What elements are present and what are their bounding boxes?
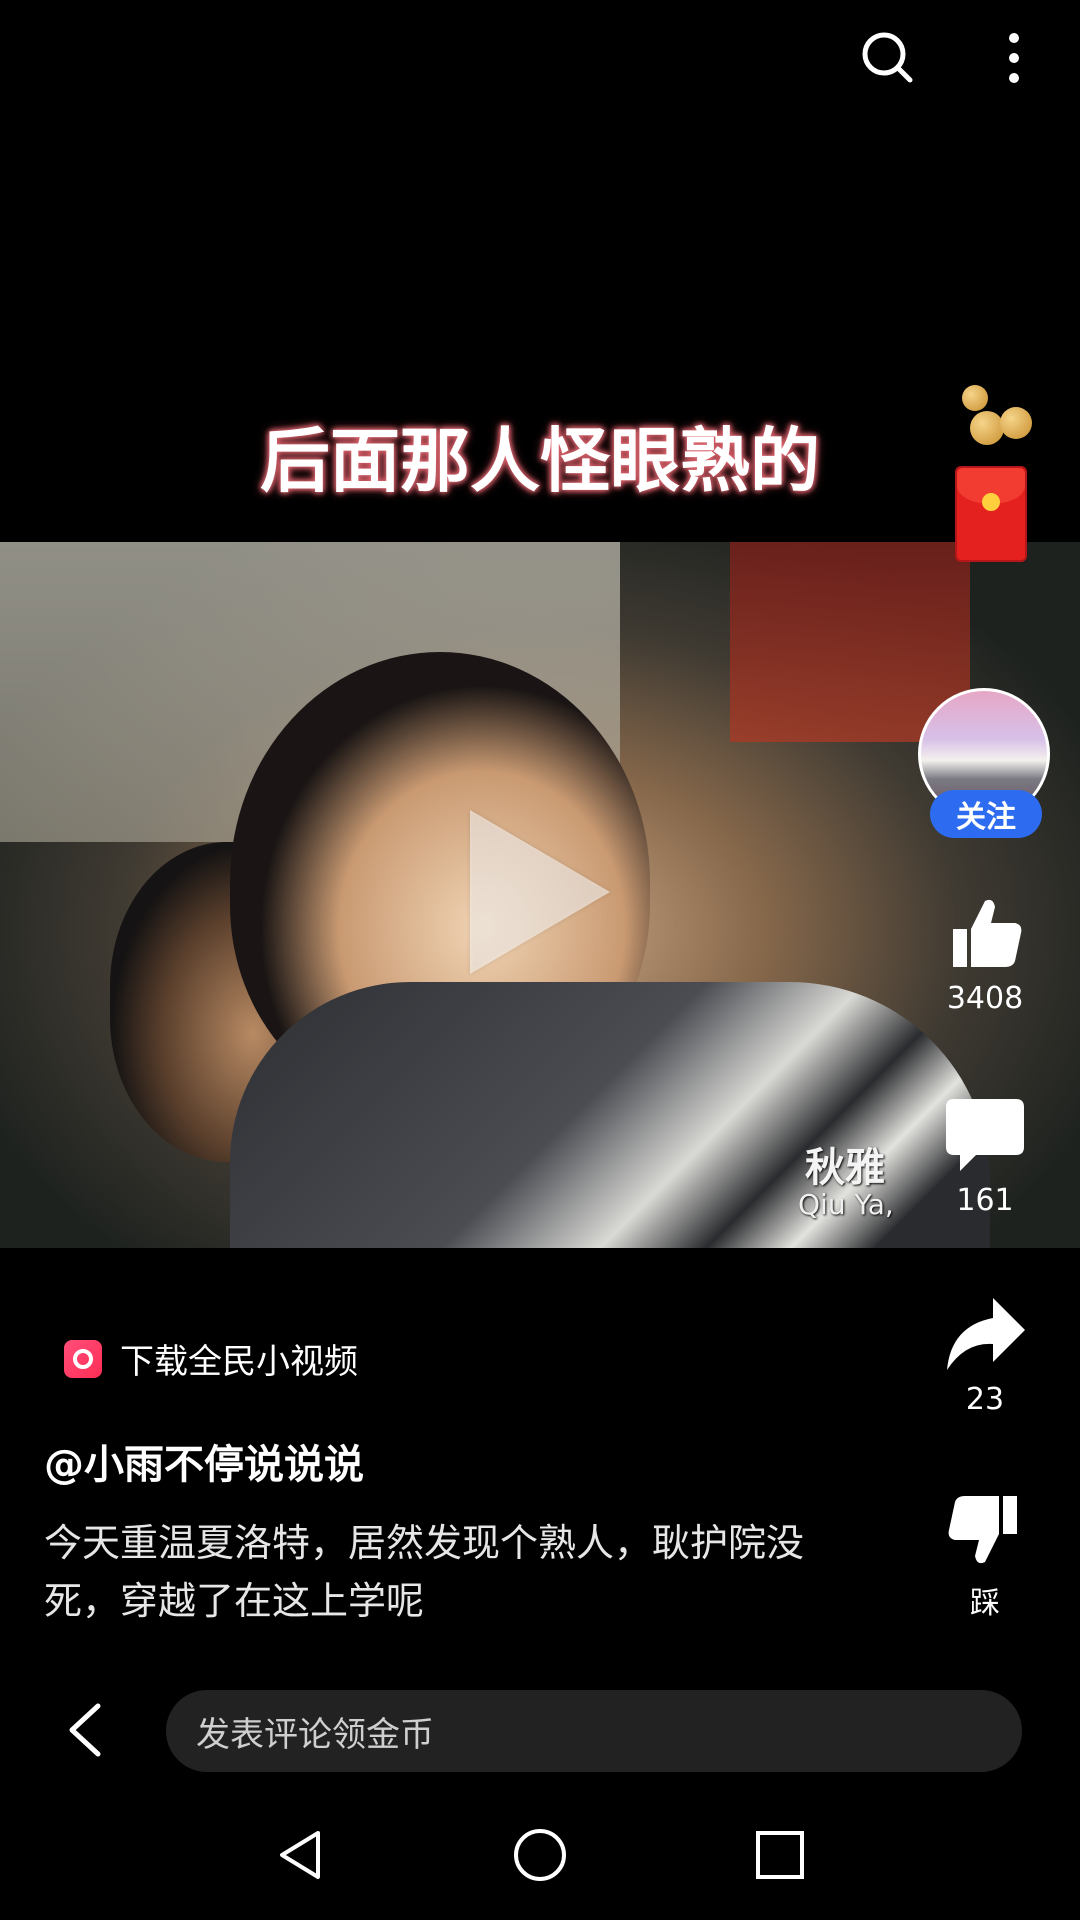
- like-button[interactable]: 3408: [930, 893, 1040, 1016]
- play-icon[interactable]: [470, 810, 610, 974]
- share-count: 23: [965, 1382, 1005, 1417]
- comment-input[interactable]: 发表评论领金币: [166, 1690, 1022, 1772]
- more-vertical-icon[interactable]: [982, 26, 1046, 90]
- search-icon[interactable]: [856, 26, 920, 90]
- system-home-icon[interactable]: [510, 1825, 570, 1885]
- post-description: 今天重温夏洛特，居然发现个熟人，耿护院没死，穿越了在这上学呢: [44, 1521, 805, 1623]
- thumbs-down-icon: [948, 1496, 1017, 1564]
- back-arrow-icon[interactable]: [62, 1700, 110, 1760]
- gold-coins-icon[interactable]: [962, 385, 1032, 455]
- download-app-link[interactable]: 下载全民小视频: [64, 1334, 358, 1383]
- thumbs-up-icon: [953, 899, 1022, 967]
- video-subtitle-chinese: 秋雅: [805, 1145, 885, 1191]
- dislike-label: 踩: [970, 1586, 1000, 1621]
- comment-button[interactable]: 161: [930, 1095, 1040, 1218]
- red-packet-icon[interactable]: [955, 466, 1027, 562]
- system-recents-icon[interactable]: [750, 1825, 810, 1885]
- system-back-icon[interactable]: [270, 1825, 330, 1885]
- video-subtitle-english: Qiu Ya,: [798, 1188, 894, 1221]
- share-button[interactable]: 23: [930, 1296, 1040, 1417]
- comment-input-placeholder: 发表评论领金币: [196, 1714, 434, 1755]
- comment-bubble-icon: [946, 1099, 1024, 1171]
- share-arrow-icon: [947, 1298, 1025, 1370]
- download-app-label: 下载全民小视频: [120, 1342, 358, 1382]
- author-username[interactable]: @小雨不停说说说: [44, 1432, 364, 1490]
- like-count: 3408: [946, 981, 1024, 1016]
- dislike-button[interactable]: 踩: [930, 1490, 1040, 1622]
- comment-count: 161: [956, 1183, 1014, 1218]
- video-caption: 后面那人怪眼熟的: [260, 420, 820, 502]
- follow-button[interactable]: 关注: [930, 790, 1042, 838]
- app-logo-icon: [64, 1339, 102, 1378]
